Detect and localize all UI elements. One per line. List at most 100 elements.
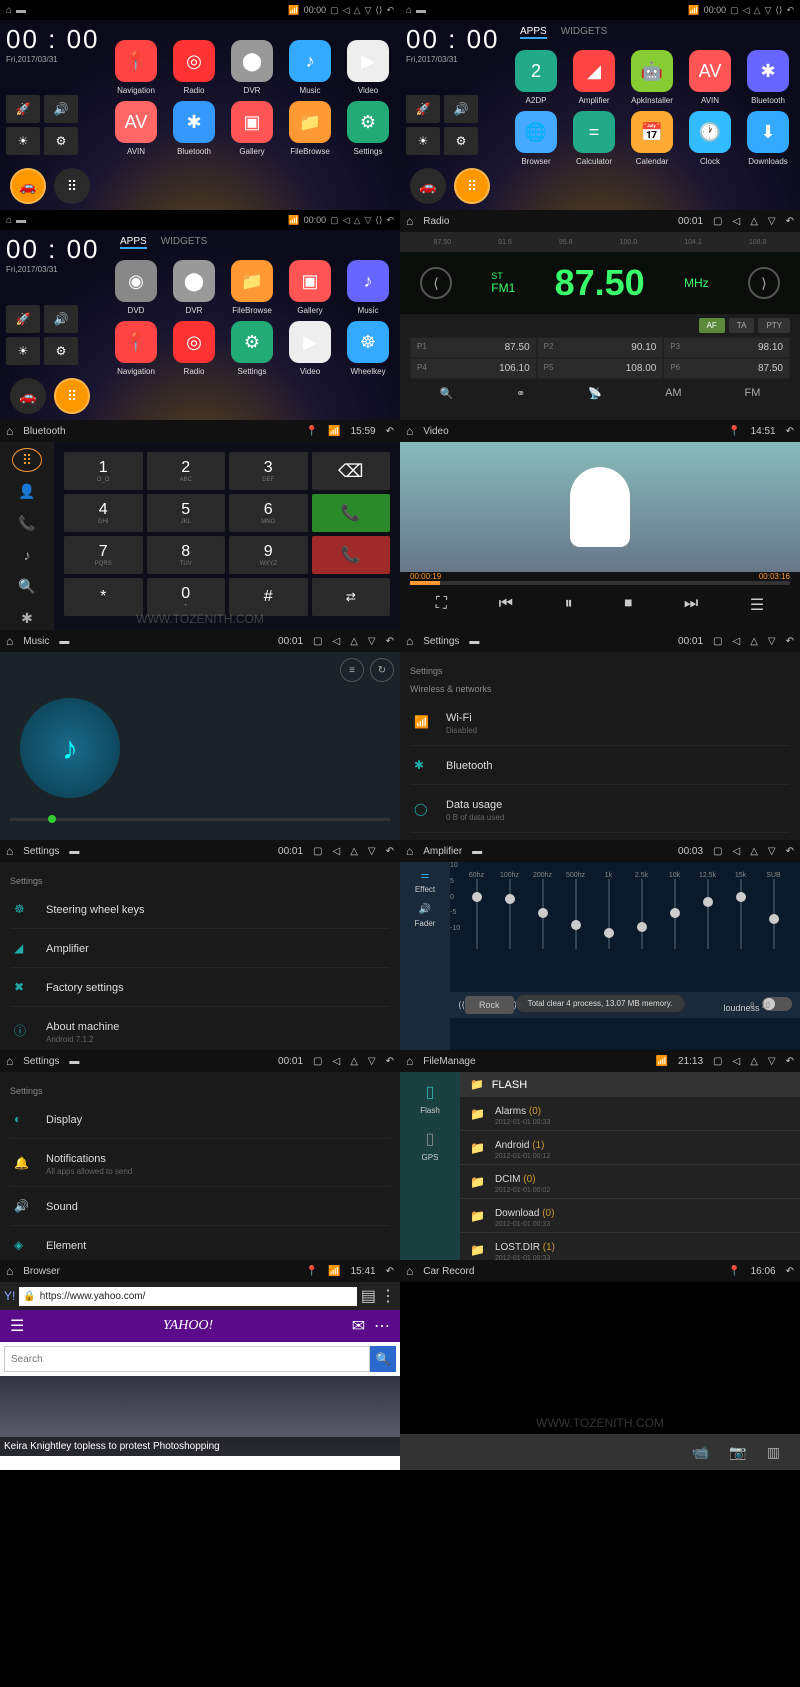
key-0[interactable]: 0+ [147, 578, 226, 616]
app-downloads[interactable]: ⬇Downloads [742, 111, 794, 166]
video-surface[interactable] [400, 442, 800, 572]
key-4[interactable]: 4GHI [64, 494, 143, 532]
search-input[interactable] [4, 1346, 370, 1372]
stop-icon[interactable]: ⏹ [624, 595, 632, 615]
folder-android[interactable]: 📁Android (1)2012-01-01 00:12 [460, 1131, 800, 1165]
key-1[interactable]: 1O_O [64, 452, 143, 490]
car-dock-icon[interactable]: 🚗 [410, 168, 446, 204]
setting-element[interactable]: ◈Element [10, 1226, 390, 1260]
key-2[interactable]: 2ABC [147, 452, 226, 490]
app-bluetooth[interactable]: ✱Bluetooth [168, 101, 220, 156]
sw-button[interactable]: ⇄ [312, 578, 391, 616]
frequency-scale[interactable]: 87.5091.695.8100.0104.1108.0 [400, 232, 800, 252]
repeat-icon[interactable]: ↻ [370, 658, 394, 682]
app-avin[interactable]: AVAVIN [110, 101, 162, 156]
setting-more[interactable]: ⋯More [410, 833, 790, 840]
prev-icon[interactable]: ⏮ [499, 595, 513, 615]
ta-button[interactable]: TA [729, 318, 755, 333]
search-button[interactable]: 🔍 [370, 1346, 396, 1372]
next-button[interactable]: ⟩ [748, 267, 780, 299]
eq-slider-500hz[interactable]: 500hz [566, 872, 586, 972]
home-icon[interactable]: ⌂ [6, 5, 12, 16]
eq-slider-15k[interactable]: 15k [731, 872, 751, 972]
app-a2dp[interactable]: 2A2DP [510, 50, 562, 105]
camera-icon[interactable]: 📷 [729, 1444, 746, 1461]
effect-icon[interactable]: ⚌ [400, 866, 450, 885]
more-icon[interactable]: ⋯ [374, 1318, 390, 1335]
app-video[interactable]: ▶Video [284, 321, 336, 376]
setting-amplifier[interactable]: ◢Amplifier [10, 929, 390, 968]
contacts-icon[interactable]: 👤 [12, 480, 42, 504]
key-6[interactable]: 6MNO [229, 494, 308, 532]
eq-slider-SUB[interactable]: SUB [764, 872, 784, 972]
app-filebrowse[interactable]: 📁FileBrowse [284, 101, 336, 156]
setting-wi-fi[interactable]: 📶Wi-FiDisabled [410, 698, 790, 746]
album-art[interactable]: ♪ [20, 698, 120, 798]
setting-sound[interactable]: 🔊Sound [10, 1187, 390, 1226]
preset-P2[interactable]: P290.10 [537, 337, 664, 358]
app-radio[interactable]: ◎Radio [168, 40, 220, 95]
end-button[interactable]: 📞 [312, 536, 391, 574]
brightness-icon[interactable]: ☀ [6, 127, 40, 155]
key-*[interactable]: * [64, 578, 143, 616]
eq-slider-12.5k[interactable]: 12.5k [698, 872, 718, 972]
screenshot-icon[interactable]: ▢ [330, 5, 339, 16]
preset-P6[interactable]: P687.50 [663, 358, 790, 379]
bksp-button[interactable]: ⌫ [312, 452, 391, 490]
preset-P4[interactable]: P4106.10 [410, 358, 537, 379]
preset-button[interactable]: Rock [465, 996, 514, 1014]
flash-icon[interactable]: ▯ [400, 1078, 460, 1106]
app-navigation[interactable]: 📍Navigation [110, 321, 162, 376]
menu-icon[interactable]: ⋮ [380, 1286, 396, 1306]
search-icon[interactable]: 🔍 [12, 575, 42, 599]
af-button[interactable]: AF [699, 318, 725, 333]
mail-icon[interactable]: ✉ [352, 1318, 365, 1335]
pause-icon[interactable]: ⏸ [565, 595, 573, 615]
app-settings[interactable]: ⚙Settings [226, 321, 278, 376]
gallery-icon[interactable]: ▥ [767, 1444, 780, 1461]
search-icon[interactable]: 🔍 [439, 387, 453, 400]
app-clock[interactable]: 🕐Clock [684, 111, 736, 166]
am-button[interactable]: AM [665, 387, 682, 400]
folder-alarms[interactable]: 📁Alarms (0)2012-01-01 00:33 [460, 1097, 800, 1131]
gps-icon[interactable]: ▯ [400, 1125, 460, 1153]
url-bar[interactable]: 🔒https://www.yahoo.com/ [19, 1287, 357, 1306]
bt-settings-icon[interactable]: ✱ [12, 606, 42, 630]
preset-P3[interactable]: P398.10 [663, 337, 790, 358]
setting-steering-wheel-keys[interactable]: ☸Steering wheel keys [10, 890, 390, 929]
key-7[interactable]: 7PQRS [64, 536, 143, 574]
preset-P5[interactable]: P5108.00 [537, 358, 664, 379]
yahoo-logo[interactable]: YAHOO! [163, 1318, 213, 1334]
app-calculator[interactable]: =Calculator [568, 111, 620, 166]
path-label[interactable]: FLASH [492, 1079, 527, 1091]
app-gallery[interactable]: ▣Gallery [284, 260, 336, 315]
call-button[interactable]: 📞 [312, 494, 391, 532]
apps-dock-icon[interactable]: ⠿ [54, 168, 90, 204]
app-music[interactable]: ♪Music [284, 40, 336, 95]
folder-download[interactable]: 📁Download (0)2012-01-01 00:33 [460, 1199, 800, 1233]
pty-button[interactable]: PTY [758, 318, 790, 333]
tabs-icon[interactable]: ▤ [361, 1286, 376, 1306]
setting-about-machine[interactable]: ⓘAbout machineAndroid 7.1.2 [10, 1007, 390, 1050]
dialpad-icon[interactable]: ⠿ [12, 448, 42, 472]
eq-slider-200hz[interactable]: 200hz [533, 872, 553, 972]
app-avin[interactable]: AVAVIN [684, 50, 736, 105]
clock-widget[interactable]: 00 : 00 Fri,2017/03/31 [6, 24, 100, 64]
setting-notifications[interactable]: 🔔NotificationsAll apps allowed to send [10, 1139, 390, 1187]
app-browser[interactable]: 🌐Browser [510, 111, 562, 166]
tab-widgets[interactable]: WIDGETS [561, 26, 608, 39]
key-3[interactable]: 3DEF [229, 452, 308, 490]
apps-dock-icon[interactable]: ⠿ [454, 168, 490, 204]
eq-slider-60hz[interactable]: 60hz [467, 872, 487, 972]
rocket-icon[interactable]: 🚀 [6, 95, 40, 123]
app-amplifier[interactable]: ◢Amplifier [568, 50, 620, 105]
app-settings[interactable]: ⚙Settings [342, 101, 394, 156]
volume-icon[interactable]: 🔊 [44, 95, 78, 123]
fader-icon[interactable]: 🔊 [400, 900, 450, 919]
home-icon[interactable]: ⌂ [406, 214, 413, 228]
prev-preset-icon[interactable]: ⟨⟨ [458, 1000, 465, 1011]
app-music[interactable]: ♪Music [342, 260, 394, 315]
eq-slider-10k[interactable]: 10k [665, 872, 685, 972]
app-radio[interactable]: ◎Radio [168, 321, 220, 376]
app-video[interactable]: ▶Video [342, 40, 394, 95]
